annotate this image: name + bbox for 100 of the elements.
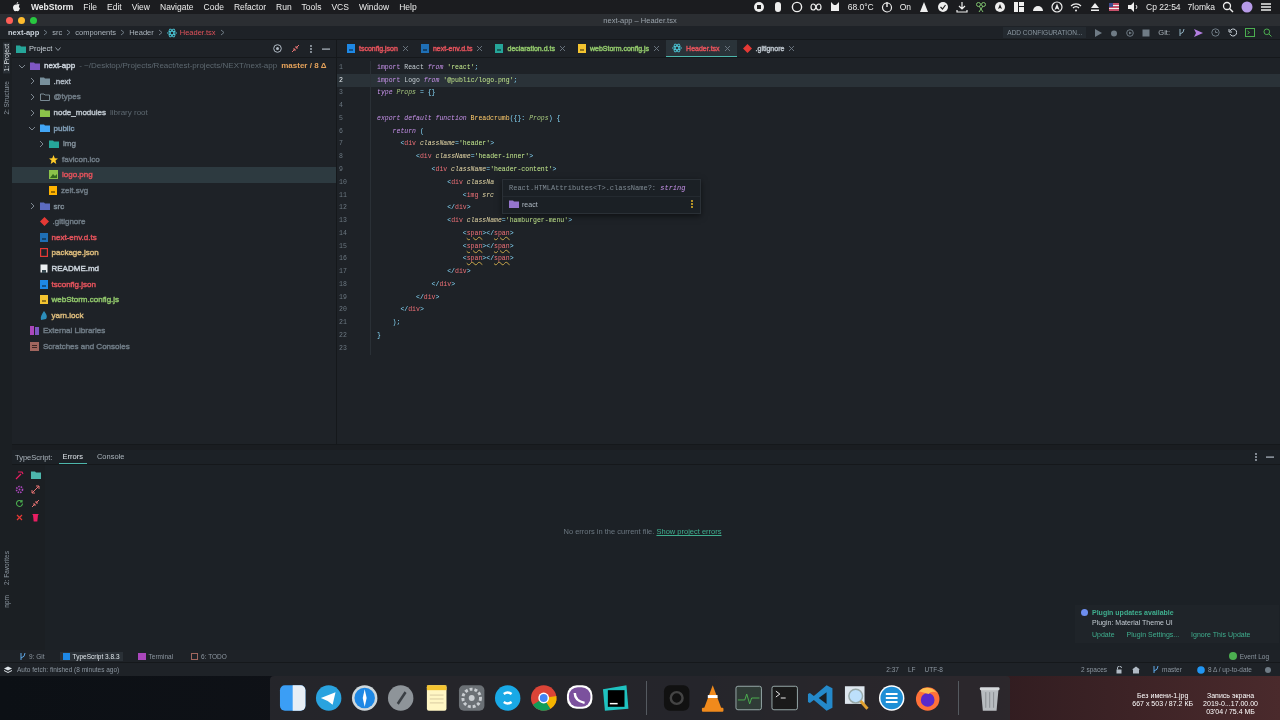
- push-arrow-icon[interactable]: [1194, 28, 1203, 37]
- avatar-icon[interactable]: [1241, 1, 1253, 13]
- more-icon[interactable]: [309, 43, 313, 54]
- eject-icon[interactable]: [1089, 1, 1102, 13]
- branch-icon[interactable]: [1178, 28, 1186, 37]
- tree-item[interactable]: img: [12, 135, 336, 152]
- tree-item[interactable]: .next: [12, 73, 336, 90]
- close-icon[interactable]: [558, 44, 566, 52]
- close-icon[interactable]: [476, 44, 484, 52]
- tree-item[interactable]: Scratches and Consoles: [12, 338, 336, 355]
- menu-item[interactable]: Run: [276, 2, 292, 12]
- wifi-icon[interactable]: [1070, 1, 1083, 13]
- color-wheel-icon[interactable]: [529, 683, 559, 713]
- download-icon[interactable]: [956, 1, 969, 13]
- tree-item[interactable]: yarn.lock: [12, 307, 336, 324]
- collapse-icon[interactable]: [291, 44, 300, 53]
- terminal-icon[interactable]: [1245, 28, 1255, 37]
- compass-icon[interactable]: [349, 683, 380, 713]
- menu-item[interactable]: Help: [399, 2, 417, 12]
- search-icon[interactable]: [1222, 1, 1234, 13]
- cat-head-icon[interactable]: [828, 1, 841, 13]
- target-icon[interactable]: [273, 44, 282, 53]
- tree-item[interactable]: next-app - ~/Desktop/Projects/React/test-projects/NEXT/next-app master / 8 Δ: [12, 58, 336, 74]
- tree-item[interactable]: package.json: [12, 245, 336, 261]
- paper-plane-icon[interactable]: [313, 683, 344, 713]
- house-icon[interactable]: [1132, 665, 1140, 674]
- menu-item[interactable]: Window: [358, 2, 390, 12]
- file-name: favicon.ico: [62, 154, 100, 164]
- list-circle-icon[interactable]: [877, 683, 907, 713]
- terminal-icon[interactable]: [769, 683, 800, 713]
- tree-item[interactable]: External Libraries: [12, 323, 336, 339]
- app-tile-icon[interactable]: [600, 683, 631, 713]
- more-icon[interactable]: [690, 199, 694, 209]
- revert-icon[interactable]: [1228, 28, 1237, 37]
- tree-item[interactable]: public: [12, 120, 336, 136]
- infinity-icon[interactable]: [809, 1, 822, 13]
- tree-item[interactable]: webStorm.config.js: [12, 291, 336, 308]
- close-icon[interactable]: [401, 44, 409, 52]
- tree-item[interactable]: node_modules library root: [12, 104, 336, 121]
- power-status[interactable]: On: [899, 2, 912, 12]
- close-icon[interactable]: [788, 44, 796, 52]
- menu-item[interactable]: File: [83, 2, 98, 12]
- grid-icon[interactable]: [1013, 1, 1026, 13]
- scissors-icon[interactable]: [975, 1, 988, 13]
- user-name[interactable]: 7lomka: [1187, 2, 1215, 12]
- navigation-icon[interactable]: [1051, 1, 1064, 13]
- split-square-icon[interactable]: [278, 683, 308, 713]
- menu-item[interactable]: VCS: [331, 2, 349, 12]
- zoom-window-icon[interactable]: [30, 16, 37, 24]
- clock[interactable]: Ср 22:54: [1146, 2, 1181, 12]
- close-icon[interactable]: [653, 44, 661, 52]
- menu-item[interactable]: View: [131, 2, 150, 12]
- file-name: zelt.svg: [61, 186, 89, 196]
- tree-item[interactable]: zelt.svg: [12, 182, 336, 199]
- close-window-icon[interactable]: [6, 16, 13, 24]
- menu-item[interactable]: Tools: [301, 2, 322, 12]
- menu-icon[interactable]: [1260, 1, 1272, 13]
- volume-icon[interactable]: [1127, 1, 1140, 13]
- coverage-icon[interactable]: [1126, 28, 1135, 37]
- branch-info: master / 8 Δ: [281, 61, 327, 71]
- menu-item[interactable]: Code: [203, 2, 224, 12]
- tree-item[interactable]: .gitignore: [12, 213, 336, 230]
- stop-icon[interactable]: [752, 1, 765, 13]
- play-icon[interactable]: [1094, 28, 1103, 37]
- app-menu[interactable]: WebStorm: [31, 2, 74, 12]
- apple-icon[interactable]: [12, 2, 21, 12]
- file-icon: [39, 232, 48, 242]
- collapse-icon[interactable]: [31, 498, 40, 508]
- gear-icon[interactable]: [457, 683, 487, 713]
- layers-icon[interactable]: [4, 665, 12, 674]
- tree-item[interactable]: @types: [12, 89, 336, 105]
- more-icon[interactable]: [1254, 452, 1258, 463]
- flag-icon[interactable]: [1108, 1, 1121, 13]
- check-icon[interactable]: [937, 1, 950, 13]
- folder-icon[interactable]: [31, 471, 41, 480]
- tree-item[interactable]: logo.png: [12, 167, 336, 183]
- chat-bubble-icon[interactable]: [493, 683, 523, 713]
- chevron-icon[interactable]: [27, 124, 36, 133]
- tree-item[interactable]: favicon.ico: [12, 151, 336, 168]
- lock-icon[interactable]: [1116, 665, 1123, 674]
- hammer-icon[interactable]: [15, 470, 24, 480]
- menu-item[interactable]: Edit: [107, 2, 122, 12]
- temperature-reading[interactable]: 68.0°C: [847, 2, 874, 12]
- chevron-icon[interactable]: [37, 139, 45, 148]
- file-name: next-app: [44, 61, 76, 71]
- heartbeat-monitor-icon[interactable]: [734, 683, 764, 713]
- minimize-window-icon[interactable]: [18, 16, 25, 24]
- power-icon[interactable]: [880, 1, 893, 13]
- refresh-icon[interactable]: [15, 498, 24, 508]
- tree-item[interactable]: src: [12, 198, 336, 214]
- close-icon[interactable]: [15, 512, 24, 522]
- tree-item[interactable]: next-env.d.ts: [12, 229, 336, 246]
- menu-item[interactable]: Refactor: [233, 2, 266, 12]
- tree-item[interactable]: tsconfig.json: [12, 276, 336, 292]
- history-icon[interactable]: [1211, 28, 1220, 37]
- menu-item[interactable]: Navigate: [160, 2, 194, 12]
- file-icon: [39, 295, 48, 305]
- tree-item[interactable]: README.md: [12, 260, 336, 277]
- expand-icon[interactable]: [31, 484, 40, 494]
- close-icon[interactable]: [723, 44, 731, 52]
